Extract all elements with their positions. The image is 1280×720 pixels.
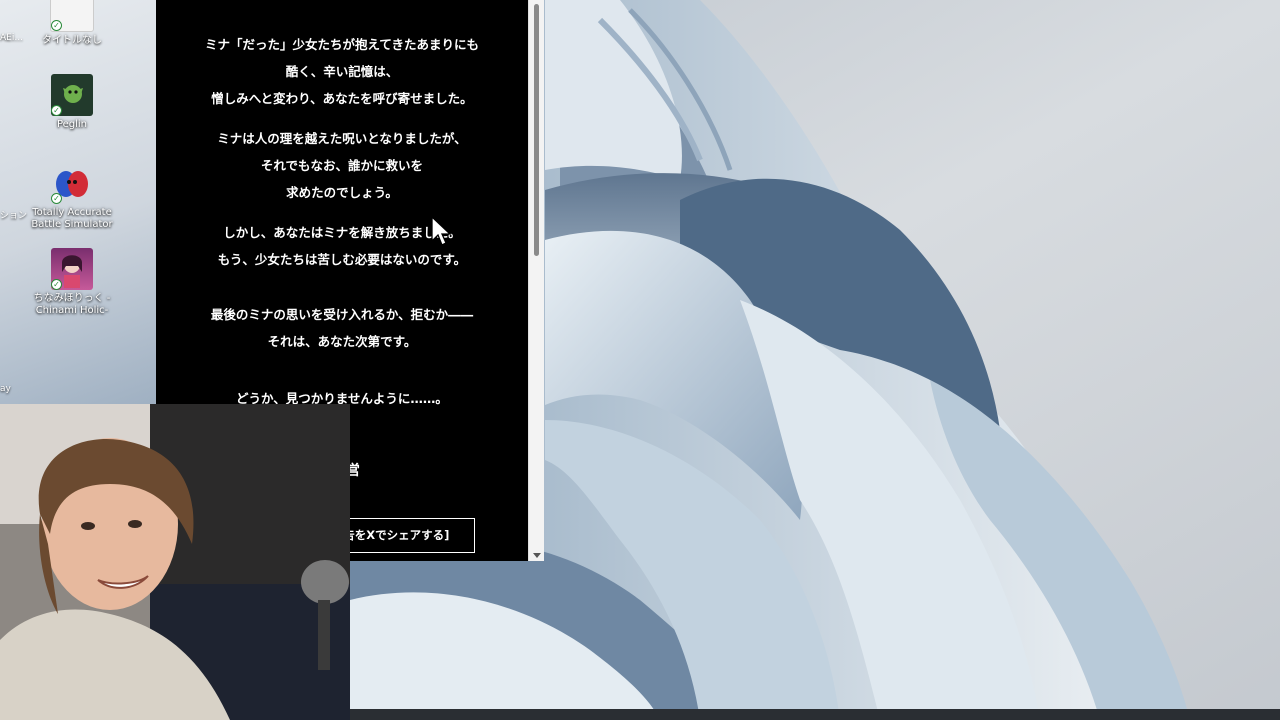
mouse-cursor-icon: [431, 216, 452, 246]
story-line: それは、あなた次第です。: [267, 334, 417, 349]
scroll-down-arrow-icon[interactable]: [533, 553, 541, 558]
chinami-holic-icon: ✓: [51, 248, 93, 290]
sync-check-icon: ✓: [51, 105, 62, 116]
story-line: 酷く、辛い記憶は、: [285, 64, 399, 79]
desktop-icon-label-cut: ション: [0, 211, 28, 221]
scrollbar-thumb[interactable]: [534, 4, 539, 256]
sync-check-icon: ✓: [51, 193, 62, 204]
desktop-icon-peglin[interactable]: ✓ Peglin: [27, 74, 117, 131]
tabs-game-icon: ✓: [51, 162, 93, 204]
desktop-icon-tabs[interactable]: ✓ Totally Accurate Battle Simulator: [27, 162, 117, 231]
story-line: 憎しみへと変わり、あなたを呼び寄せました。: [211, 91, 473, 106]
story-line: それでもなお、誰かに救いを: [260, 158, 424, 173]
webcam-person-image: [0, 404, 350, 720]
story-paragraph: しかし、あなたはミナを解き放ちました。 もう、少女たちは苦しむ必要はないのです。: [156, 219, 528, 273]
desktop-icon-label: ちなみほりっく -Chinami Holic-: [33, 293, 111, 316]
desktop-icon-label: Totally Accurate Battle Simulator: [31, 207, 113, 230]
peglin-goblin-icon: ✓: [51, 74, 93, 116]
story-line: ミナ「だった」少女たちが抱えてきたあまりにも: [204, 37, 479, 52]
desktop-icon-chinami-holic[interactable]: ✓ ちなみほりっく -Chinami Holic-: [27, 248, 117, 317]
desktop-icon-label-cut: ay: [0, 384, 11, 394]
sync-check-icon: ✓: [51, 20, 62, 31]
story-line: ミナは人の理を越えた呪いとなりましたが、: [217, 131, 467, 146]
desktop-icons-area: ✓ タイトルなし ✓ Peglin ✓ Totally Accurate Bat…: [0, 0, 156, 404]
story-paragraph: ミナは人の理を越えた呪いとなりましたが、 それでもなお、誰かに救いを 求めたので…: [156, 125, 528, 206]
desktop-icon-label: タイトルなし: [42, 35, 102, 46]
story-paragraph: ミナ「だった」少女たちが抱えてきたあまりにも 酷く、辛い記憶は、 憎しみへと変わ…: [156, 31, 528, 112]
desktop-icon-label-cut: AEi...: [0, 33, 23, 43]
story-line: もう、少女たちは苦しむ必要はないのです。: [217, 252, 467, 267]
story-line: しかし、あなたはミナを解き放ちました。: [223, 225, 461, 240]
sync-check-icon: ✓: [51, 279, 62, 290]
document-icon: ✓: [50, 0, 94, 32]
story-paragraph: 最後のミナの思いを受け入れるか、拒むか―― それは、あなた次第です。: [156, 301, 528, 355]
story-line: 最後のミナの思いを受け入れるか、拒むか――: [210, 307, 474, 322]
desktop-icon-untitled[interactable]: ✓ タイトルなし: [27, 0, 117, 47]
desktop-icon-label: Peglin: [56, 119, 88, 130]
webcam-overlay: [0, 404, 350, 720]
vertical-scrollbar[interactable]: [528, 0, 544, 561]
story-line: 求めたのでしょう。: [286, 185, 398, 200]
taskbar: [350, 709, 1280, 720]
